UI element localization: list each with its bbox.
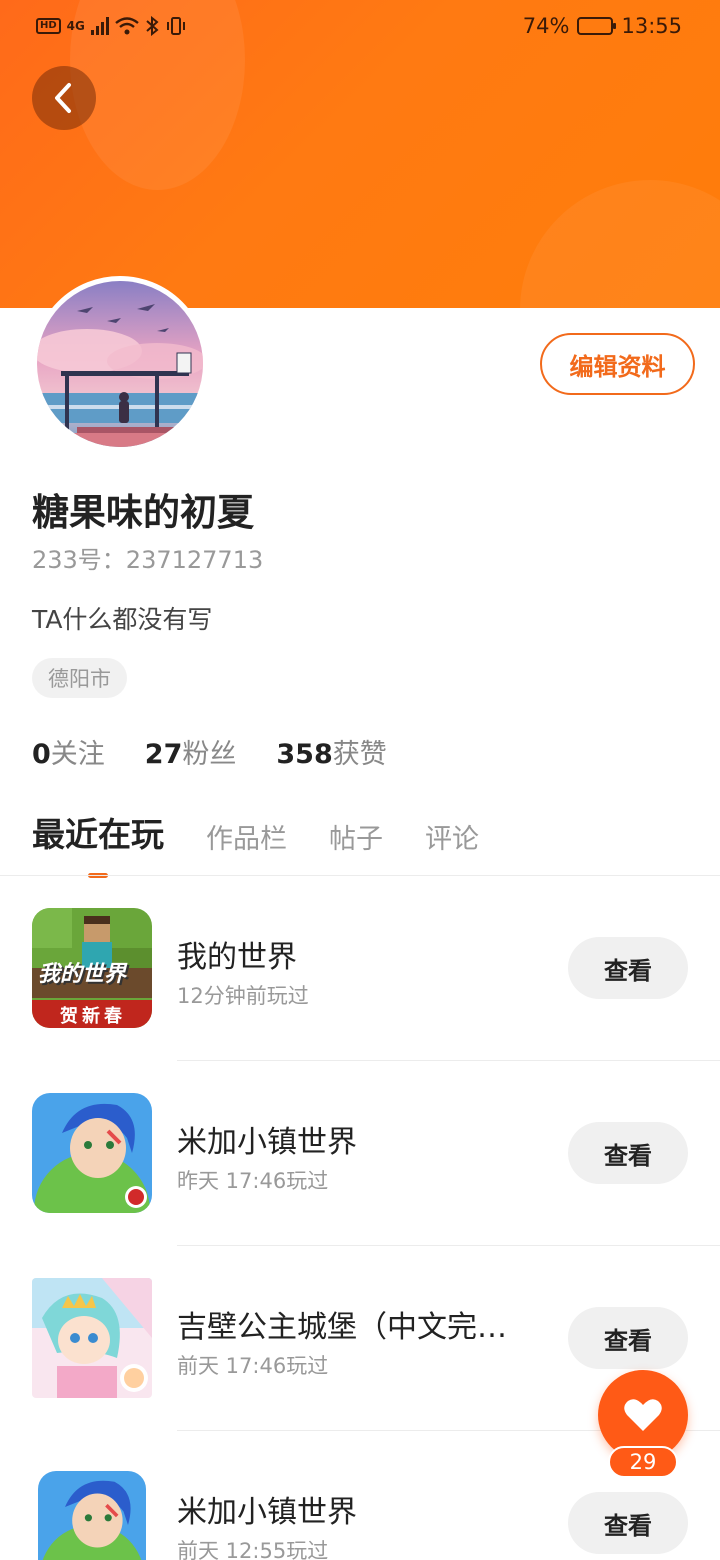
view-button[interactable]: 查看: [568, 937, 688, 999]
stat-label: 获赞: [332, 739, 387, 770]
avatar-illustration: [37, 281, 203, 447]
last-played: 12分钟前玩过: [177, 984, 309, 1008]
heart-icon: [624, 1399, 662, 1431]
stat-label: 粉丝: [182, 739, 237, 770]
tab-posts[interactable]: 帖子: [329, 817, 383, 870]
game-title: 吉壁公主城堡（中文完…: [177, 1310, 507, 1345]
bluetooth-icon: [146, 16, 159, 36]
edit-profile-button[interactable]: 编辑资料: [540, 333, 695, 395]
profile-tabs: 最近在玩 作品栏 帖子 评论: [32, 808, 479, 878]
user-id: 233号：237127713: [32, 546, 264, 574]
tab-label: 最近在玩: [32, 815, 164, 854]
game-title: 米加小镇世界: [177, 1125, 357, 1160]
list-item[interactable]: 米加小镇世界 昨天 17:46玩过 查看: [0, 1061, 720, 1246]
stat-value: 0: [32, 739, 51, 770]
wifi-icon: [115, 17, 139, 35]
game-title: 米加小镇世界: [177, 1495, 357, 1530]
last-played: 前天 12:55玩过: [177, 1539, 329, 1560]
game-icon: [32, 1093, 152, 1213]
stat-likes[interactable]: 358获赞: [276, 732, 386, 771]
list-item[interactable]: 我的世界 贺新春 我的世界 12分钟前玩过 查看: [0, 876, 720, 1061]
battery-percent: 74%: [522, 14, 570, 38]
status-bar: HD 4G 74% 13:55: [0, 0, 720, 52]
game-title: 我的世界: [177, 940, 297, 975]
stat-following[interactable]: 0关注: [32, 732, 105, 771]
battery-icon: [577, 17, 617, 35]
game-icon: 我的世界 贺新春: [32, 908, 152, 1028]
last-played: 昨天 17:46玩过: [177, 1169, 329, 1193]
game-icon: [32, 1278, 152, 1398]
tab-label: 作品栏: [206, 824, 287, 855]
tab-label: 评论: [425, 824, 479, 855]
avatar[interactable]: [32, 276, 208, 452]
view-button[interactable]: 查看: [568, 1307, 688, 1369]
stats-row: 0关注 27粉丝 358获赞: [32, 732, 387, 771]
view-button[interactable]: 查看: [568, 1122, 688, 1184]
stat-value: 358: [276, 739, 333, 770]
stat-label: 关注: [50, 739, 105, 770]
stat-value: 27: [144, 739, 183, 770]
game-icon-subtext: 贺新春: [60, 1006, 126, 1027]
bio: TA什么都没有写: [32, 605, 213, 634]
view-button[interactable]: 查看: [568, 1492, 688, 1554]
hd-icon: HD: [36, 18, 61, 34]
tab-works[interactable]: 作品栏: [206, 817, 287, 870]
like-count-badge: 29: [608, 1446, 678, 1478]
location-tag: 德阳市: [32, 658, 127, 698]
game-icon: [38, 1471, 146, 1560]
chevron-left-icon: [55, 83, 71, 113]
network-type: 4G: [66, 19, 85, 33]
banner-decoration: [520, 180, 720, 308]
signal-icon: [90, 17, 109, 35]
username: 糖果味的初夏: [32, 491, 254, 534]
tab-label: 帖子: [329, 824, 383, 855]
game-icon-text: 我的世界: [38, 962, 127, 987]
vibrate-icon: [166, 17, 185, 35]
clock: 13:55: [621, 14, 682, 38]
tab-comments[interactable]: 评论: [425, 817, 479, 870]
stat-followers[interactable]: 27粉丝: [145, 732, 237, 771]
back-button[interactable]: [32, 66, 96, 130]
tab-recently-played[interactable]: 最近在玩: [32, 808, 164, 878]
last-played: 前天 17:46玩过: [177, 1354, 329, 1378]
